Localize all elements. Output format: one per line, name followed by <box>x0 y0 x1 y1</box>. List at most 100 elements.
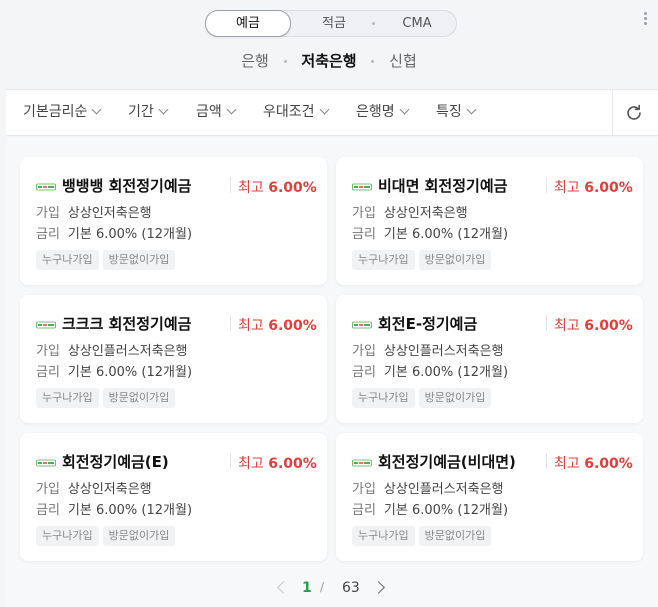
chevron-down-icon <box>319 104 329 115</box>
chevron-left-icon[interactable] <box>277 581 290 594</box>
product-title: 회전정기예금(비대면) <box>378 453 516 471</box>
chevron-right-icon[interactable] <box>372 581 385 594</box>
bank-name: 상상인저축은행 <box>67 482 152 497</box>
bank-type-credit-union[interactable]: 신협 <box>389 52 417 70</box>
product-card[interactable]: 비대면 회전정기예금 최고 6.00% 가입 상상인저축은행 금리 기본 6.00% (1… <box>336 157 643 285</box>
join-label: 가입 <box>352 344 376 359</box>
divider <box>230 315 231 331</box>
bank-type-bank[interactable]: 은행 <box>241 52 269 70</box>
page-separator: / <box>320 580 325 594</box>
filter-period[interactable]: 기간 <box>128 90 169 135</box>
join-label: 가입 <box>36 206 60 221</box>
bank-logo-icon <box>352 459 372 467</box>
base-rate: 기본 6.00% (12개월) <box>67 503 193 518</box>
product-title: 뱅뱅뱅 회전정기예금 <box>62 177 192 195</box>
filter-conditions[interactable]: 우대조건 <box>263 90 329 135</box>
tag-list: 누구나가입 방문없이가입 <box>352 248 495 270</box>
join-row: 가입 상상인플러스저축은행 <box>352 340 504 359</box>
max-rate-prefix: 최고 <box>554 180 580 196</box>
filter-period-label: 기간 <box>128 104 154 120</box>
bank-logo-icon <box>36 459 56 467</box>
filter-amount[interactable]: 금액 <box>196 90 237 135</box>
tag-no-visit: 방문없이가입 <box>102 526 176 546</box>
tab-installment-savings[interactable]: 적금 <box>294 11 374 36</box>
product-type-switch: 예금 적금 CMA <box>205 10 457 37</box>
max-rate-prefix: 최고 <box>238 456 264 472</box>
filter-bar: 기본금리순 기간 금액 우대조건 은행명 특징 <box>6 89 658 136</box>
max-rate-value: 6.00% <box>268 180 317 196</box>
bank-type-separator-dot <box>371 60 375 63</box>
rate-label: 금리 <box>36 227 60 242</box>
max-rate-prefix: 최고 <box>554 456 580 472</box>
tag-list: 누구나가입 방문없이가입 <box>36 248 179 270</box>
product-card[interactable]: 크크크 회전정기예금 최고 6.00% 가입 상상인플러스저축은행 금리 기본 6.00%… <box>20 295 327 423</box>
max-rate-value: 6.00% <box>584 180 633 196</box>
tag-no-visit: 방문없이가입 <box>418 388 492 408</box>
tag-anyone: 누구나가입 <box>352 388 415 408</box>
product-card[interactable]: 회전정기예금(E) 최고 6.00% 가입 상상인저축은행금리 기본 6.00% (12… <box>20 433 327 561</box>
base-rate: 기본 6.00% (12개월) <box>383 365 509 380</box>
chevron-down-icon <box>226 104 237 115</box>
max-rate: 최고 6.00% <box>554 453 633 473</box>
rate-row: 금리 기본 6.00% (12개월) <box>352 499 508 518</box>
bank-logo-icon <box>36 321 56 329</box>
product-card[interactable]: 뱅뱅뱅 회전정기예금 최고 6.00% 가입 상상인저축은행 금리 기본 6.00% (1… <box>20 157 327 285</box>
page-current[interactable]: 1 <box>302 580 312 596</box>
join-row: 가입 상상인저축은행 <box>36 202 152 221</box>
rate-label: 금리 <box>36 503 60 518</box>
bank-type-selector: 은행 저축은행 신협 <box>0 50 658 71</box>
bank-name: 상상인저축은행 <box>383 206 468 221</box>
tag-list: 누구나가입 방문없이가입 <box>36 386 179 408</box>
tab-separator-dot <box>372 22 375 25</box>
tag-no-visit: 방문없이가입 <box>102 388 176 408</box>
bank-name: 상상인플러스저축은행 <box>383 482 504 497</box>
refresh-icon[interactable] <box>624 103 644 123</box>
tag-anyone: 누구나가입 <box>36 250 99 270</box>
bank-logo-icon <box>36 183 56 191</box>
filter-bank-name[interactable]: 은행명 <box>356 90 410 135</box>
rate-label: 금리 <box>36 365 60 380</box>
max-rate: 최고 6.00% <box>238 177 317 197</box>
rate-row: 금리 기본 6.00% (12개월) <box>352 223 508 242</box>
rate-row: 금리 기본 6.00% (12개월) <box>36 499 192 518</box>
join-row: 가입 상상인플러스저축은행 <box>352 478 504 497</box>
tag-anyone: 누구나가입 <box>36 526 99 546</box>
tab-cma[interactable]: CMA <box>378 11 456 36</box>
divider <box>546 315 547 331</box>
filter-conditions-label: 우대조건 <box>263 104 315 120</box>
join-label: 가입 <box>352 482 376 497</box>
product-title: 회전정기예금(E) <box>62 453 169 471</box>
max-rate: 최고 6.00% <box>238 315 317 335</box>
tag-list: 누구나가입 방문없이가입 <box>352 524 495 546</box>
tag-no-visit: 방문없이가입 <box>418 250 492 270</box>
more-menu-icon[interactable] <box>642 12 648 28</box>
join-label: 가입 <box>352 206 376 221</box>
join-label: 가입 <box>36 344 60 359</box>
product-card[interactable]: 회전정기예금(비대면) 최고 6.00% 가입 상상인플러스저축은행금리 기본 6.00… <box>336 433 643 561</box>
bank-type-savings-bank[interactable]: 저축은행 <box>301 52 356 70</box>
filter-sort[interactable]: 기본금리순 <box>23 90 102 135</box>
divider <box>230 177 231 193</box>
max-rate: 최고 6.00% <box>238 453 317 473</box>
tag-anyone: 누구나가입 <box>352 526 415 546</box>
max-rate: 최고 6.00% <box>554 177 633 197</box>
join-label: 가입 <box>36 482 60 497</box>
max-rate-value: 6.00% <box>268 318 317 334</box>
bank-logo-icon <box>352 321 372 329</box>
join-row: 가입 상상인저축은행 <box>352 202 468 221</box>
tag-no-visit: 방문없이가입 <box>102 250 176 270</box>
bank-name: 상상인저축은행 <box>67 206 152 221</box>
tag-list: 누구나가입 방문없이가입 <box>36 524 179 546</box>
rate-row: 금리 기본 6.00% (12개월) <box>36 361 192 380</box>
filter-features[interactable]: 특징 <box>436 90 477 135</box>
divider <box>546 453 547 469</box>
product-card[interactable]: 회전E-정기예금 최고 6.00% 가입 상상인플러스저축은행 금리 기본 6.00% (… <box>336 295 643 423</box>
max-rate-value: 6.00% <box>268 456 317 472</box>
divider <box>230 453 231 469</box>
max-rate-value: 6.00% <box>584 318 633 334</box>
divider <box>546 177 547 193</box>
deposit-product-list: 예금 적금 CMA 은행 저축은행 신협 기본금리순 기간 금액 우대조건 은행… <box>0 0 658 607</box>
bank-name: 상상인플러스저축은행 <box>67 344 188 359</box>
tab-deposit[interactable]: 예금 <box>205 10 291 37</box>
filter-sort-label: 기본금리순 <box>23 104 88 120</box>
